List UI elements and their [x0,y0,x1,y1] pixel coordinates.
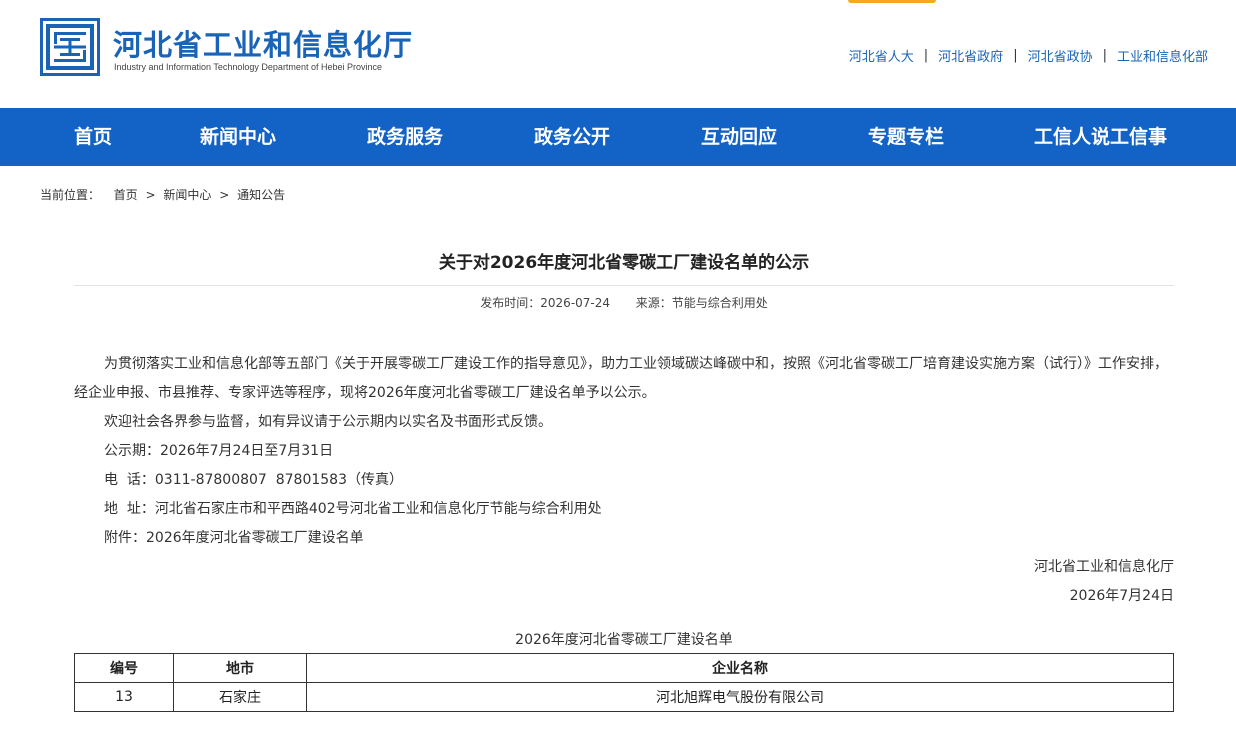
quick-link-cppcc[interactable]: 河北省政协 [1028,46,1093,65]
breadcrumb-separator: > [219,188,230,202]
attachment-line: 附件：2026年度河北省零碳工厂建设名单 [104,530,364,546]
source-label: 来源： [635,296,672,310]
quick-links: 河北省人大 | 河北省政府 | 河北省政协 | 工业和信息化部 [849,46,1208,65]
nav-item-news[interactable]: 新闻中心 [200,108,276,166]
body-paragraph: 为贯彻落实工业和信息化部等五部门《关于开展零碳工厂建设工作的指导意见》，助力工业… [74,356,1168,401]
article-meta: 发布时间：2026-07-24 来源：节能与综合利用处 [74,294,1174,311]
breadcrumb: 当前位置： 首页 > 新闻中心 > 通知公告 [40,186,285,203]
article-source: 节能与综合利用处 [671,296,768,310]
breadcrumb-label: 当前位置： [40,188,101,202]
contact-address: 地 址：河北省石家庄市和平西路402号河北省工业和信息化厅节能与综合利用处 [104,501,602,517]
site-subtitle: Industry and Information Technology Depa… [114,62,382,72]
publish-label: 发布时间： [480,296,541,310]
column-header-city: 地市 [173,653,307,683]
site-header: 河北省工业和信息化厅 Industry and Information Tech… [0,0,1236,108]
nav-item-disclosure[interactable]: 政务公开 [534,108,610,166]
link-separator: | [923,48,929,63]
quick-link-miit[interactable]: 工业和信息化部 [1117,46,1208,65]
notice-period: 公示期：2026年7月24日至7月31日 [104,443,334,459]
quick-link-government[interactable]: 河北省政府 [938,46,1003,65]
cell-city: 石家庄 [173,682,307,712]
article-body: 为贯彻落实工业和信息化部等五部门《关于开展零碳工厂建设工作的指导意见》，助力工业… [74,350,1174,611]
nav-item-stories[interactable]: 工信人说工信事 [1034,108,1167,166]
quick-link-npc[interactable]: 河北省人大 [849,46,914,65]
publish-date: 2026-07-24 [540,296,611,310]
nav-item-topics[interactable]: 专题专栏 [868,108,944,166]
body-paragraph: 欢迎社会各界参与监督，如有异议请于公示期内以实名及书面形式反馈。 [104,414,552,430]
nav-item-services[interactable]: 政务服务 [367,108,443,166]
nav-item-home[interactable]: 首页 [74,108,112,166]
table-caption: 2026年度河北省零碳工厂建设名单 [515,632,733,648]
cell-company: 河北旭辉电气股份有限公司 [306,682,1174,712]
link-separator: | [1013,48,1018,63]
sign-date: 2026年7月24日 [1069,588,1174,604]
department-logo-icon[interactable] [40,18,100,76]
signature: 河北省工业和信息化厅 [1034,559,1174,575]
column-header-number: 编号 [74,653,174,683]
main-nav: 首页 新闻中心 政务服务 政务公开 互动回应 专题专栏 工信人说工信事 [0,108,1236,166]
breadcrumb-home[interactable]: 首页 [114,188,138,202]
breadcrumb-separator: > [145,188,156,202]
breadcrumb-notices[interactable]: 通知公告 [237,188,285,202]
contact-phone: 电 话：0311-87800807 87801583（传真） [104,472,403,488]
factory-list-table: 编号 地市 企业名称 13 石家庄 河北旭辉电气股份有限公司 [74,653,1174,712]
site-title[interactable]: 河北省工业和信息化厅 [113,22,413,64]
nav-item-interaction[interactable]: 互动回应 [701,108,777,166]
table-header-row: 编号 地市 企业名称 [74,653,1174,683]
title-divider [74,285,1174,286]
link-separator: | [1102,48,1107,63]
breadcrumb-news[interactable]: 新闻中心 [163,188,211,202]
table-row: 13 石家庄 河北旭辉电气股份有限公司 [74,682,1174,712]
column-header-company: 企业名称 [306,653,1174,683]
article-title: 关于对2026年度河北省零碳工厂建设名单的公示 [438,253,810,273]
cell-number: 13 [74,682,174,712]
